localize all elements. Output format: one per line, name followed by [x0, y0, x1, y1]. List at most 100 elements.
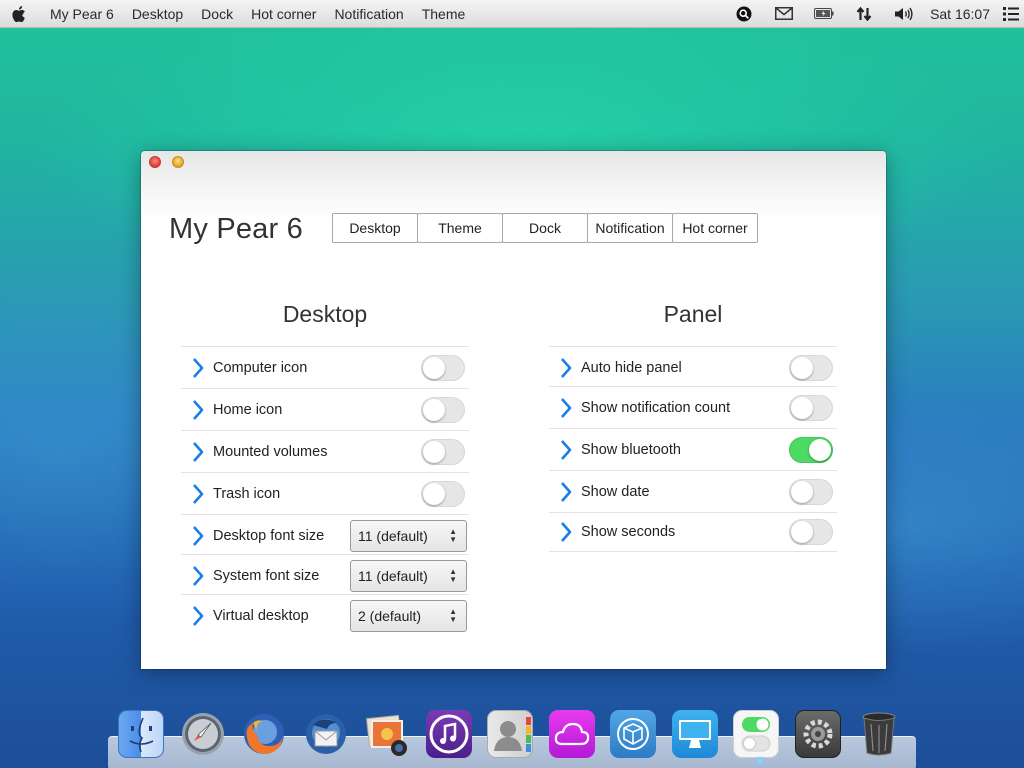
menu-notification[interactable]: Notification	[325, 0, 412, 28]
itunes-icon[interactable]	[425, 710, 472, 758]
setting-row-computer-icon[interactable]: Computer icon	[181, 346, 469, 388]
chevron-right-icon	[183, 595, 213, 637]
list-icon[interactable]	[998, 0, 1024, 28]
select-value: 11 (default)	[358, 527, 428, 544]
dock	[118, 710, 902, 758]
home-icon-toggle[interactable]	[421, 396, 465, 423]
setting-row-auto-hide-panel[interactable]: Auto hide panel	[549, 346, 837, 388]
setting-label: Trash icon	[213, 485, 281, 502]
setting-label: Show bluetooth	[581, 441, 681, 458]
software-center-icon[interactable]	[610, 710, 656, 758]
desktop-font-size-select[interactable]: 11 (default) ▲ ▼	[350, 519, 467, 552]
setting-row-home-icon[interactable]: Home icon	[181, 388, 469, 430]
network-icon[interactable]	[844, 0, 884, 28]
icloud-icon[interactable]	[548, 710, 595, 758]
chevron-right-icon	[551, 387, 581, 429]
battery-icon[interactable]	[804, 0, 844, 28]
firefox-icon[interactable]	[241, 710, 287, 758]
show-notification-count-toggle[interactable]	[789, 394, 833, 421]
setting-row-mounted-volumes[interactable]: Mounted volumes	[181, 430, 469, 472]
chevron-right-icon	[551, 429, 581, 471]
setting-row-system-font-size[interactable]: System font size 11 (default) ▲ ▼	[181, 554, 469, 596]
setting-row-show-bluetooth[interactable]: Show bluetooth	[549, 428, 837, 470]
setting-label: Computer icon	[213, 359, 308, 376]
setting-row-show-notification-count[interactable]: Show notification count	[549, 386, 837, 428]
window-heading: My Pear 6	[169, 213, 303, 245]
system-preferences-icon[interactable]	[794, 710, 841, 758]
panel-section-title: Panel	[663, 301, 723, 327]
show-date-toggle[interactable]	[789, 478, 833, 505]
chevron-right-icon	[183, 473, 213, 515]
window-titlebar[interactable]	[141, 151, 886, 221]
photos-icon[interactable]	[364, 710, 410, 758]
toggle-knob	[423, 482, 445, 505]
computer-icon-toggle[interactable]	[421, 354, 465, 381]
menu-theme[interactable]: Theme	[413, 0, 475, 28]
tab-desktop[interactable]: Desktop	[332, 213, 418, 243]
show-bluetooth-toggle[interactable]	[789, 436, 833, 463]
setting-label: Desktop font size	[213, 527, 325, 544]
volume-icon[interactable]	[884, 0, 924, 28]
close-button[interactable]	[149, 156, 161, 168]
chevron-right-icon	[551, 511, 581, 553]
setting-label: Mounted volumes	[213, 443, 328, 460]
menu-desktop[interactable]: Desktop	[123, 0, 192, 28]
running-indicator	[757, 758, 763, 764]
toggle-knob	[791, 356, 813, 379]
system-tray: Sat 16:07	[724, 0, 1024, 28]
setting-row-trash-icon[interactable]: Trash icon	[181, 472, 469, 514]
contacts-icon[interactable]	[487, 710, 533, 758]
show-seconds-toggle[interactable]	[789, 519, 833, 545]
toggle-knob	[791, 521, 813, 543]
search-icon[interactable]	[724, 0, 764, 28]
toggle-knob	[423, 356, 445, 379]
trash-icon[interactable]	[856, 710, 902, 758]
toggle-knob	[791, 396, 813, 419]
menu-dock[interactable]: Dock	[192, 0, 242, 28]
setting-label: Show seconds	[581, 524, 676, 540]
setting-row-virtual-desktop[interactable]: Virtual desktop 2 (default) ▲ ▼	[181, 594, 469, 636]
my-pear-window: My Pear 6 Desktop Theme Dock Notificatio…	[141, 151, 886, 669]
virtual-desktop-select[interactable]: 2 (default) ▲ ▼	[350, 599, 467, 632]
select-value: 11 (default)	[358, 567, 428, 584]
select-arrows-icon: ▲ ▼	[449, 606, 457, 624]
menu-hot-corner[interactable]: Hot corner	[242, 0, 325, 28]
setting-label: Show date	[581, 483, 650, 500]
setting-label: Virtual desktop	[213, 607, 309, 624]
setting-label: Home icon	[213, 401, 283, 418]
mounted-volumes-toggle[interactable]	[421, 438, 465, 465]
apple-menu-icon[interactable]	[0, 0, 40, 28]
menu-app-name[interactable]: My Pear 6	[40, 0, 123, 28]
thunderbird-icon[interactable]	[303, 710, 349, 758]
settings-toggle-icon[interactable]	[733, 710, 779, 758]
screen-icon[interactable]	[671, 710, 718, 758]
finder-icon[interactable]	[118, 710, 164, 758]
setting-row-show-date[interactable]: Show date	[549, 470, 837, 512]
auto-hide-panel-toggle[interactable]	[789, 354, 833, 381]
chevron-right-icon	[183, 347, 213, 389]
mail-icon[interactable]	[764, 0, 804, 28]
setting-label: Show notification count	[581, 399, 731, 416]
desktop-section-title: Desktop	[282, 301, 368, 327]
minimize-button[interactable]	[172, 156, 184, 168]
chevron-right-icon	[183, 389, 213, 431]
tab-hot-corner[interactable]: Hot corner	[672, 213, 758, 243]
select-value: 2 (default)	[358, 607, 422, 624]
trash-icon-toggle[interactable]	[421, 480, 465, 507]
chevron-right-icon	[183, 431, 213, 473]
toggle-knob	[423, 398, 445, 421]
setting-label: Auto hide panel	[581, 359, 682, 376]
setting-row-desktop-font-size[interactable]: Desktop font size 11 (default) ▲ ▼	[181, 514, 469, 556]
clock[interactable]: Sat 16:07	[924, 0, 998, 28]
tab-notification[interactable]: Notification	[587, 213, 673, 243]
toggle-knob	[423, 440, 445, 463]
chevron-right-icon	[551, 471, 581, 513]
chevron-right-icon	[183, 555, 213, 597]
tab-dock[interactable]: Dock	[502, 213, 588, 243]
toggle-knob	[791, 480, 813, 503]
launchpad-icon[interactable]	[180, 710, 226, 758]
chevron-right-icon	[183, 515, 213, 557]
system-font-size-select[interactable]: 11 (default) ▲ ▼	[350, 559, 467, 592]
setting-row-show-seconds[interactable]: Show seconds	[549, 512, 837, 552]
tab-theme[interactable]: Theme	[417, 213, 503, 243]
